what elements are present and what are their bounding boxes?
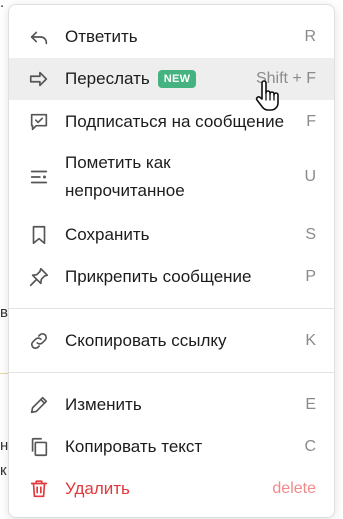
menu-item-save[interactable]: Сохранить S: [9, 215, 334, 255]
menu-item-label-line2: непрочитанное: [65, 181, 185, 200]
menu-item-label: Подписаться на сообщение: [65, 112, 285, 131]
background-text-fragment: в: [0, 304, 8, 321]
message-context-menu: Ответить R Переслать NEW Shift + F Подпис…: [8, 4, 335, 518]
menu-item-forward[interactable]: Переслать NEW Shift + F: [9, 58, 334, 100]
shortcut-hint: U: [304, 168, 316, 185]
pin-icon: [28, 266, 50, 288]
background-text-fragment: .: [0, 0, 5, 11]
menu-item-label: Удалить: [65, 479, 130, 498]
shortcut-hint: K: [305, 332, 316, 349]
bookmark-icon: [28, 224, 50, 246]
menu-item-label: Переслать: [65, 69, 150, 88]
forward-icon: [28, 68, 50, 90]
menu-item-pin[interactable]: Прикрепить сообщение P: [9, 257, 334, 297]
menu-separator: [9, 308, 334, 309]
shortcut-hint: C: [304, 438, 316, 455]
hand-cursor-icon: [255, 80, 279, 111]
shortcut-hint: E: [305, 396, 316, 413]
menu-item-reply[interactable]: Ответить R: [9, 18, 334, 56]
shortcut-hint: F: [306, 113, 316, 130]
menu-item-label: Сохранить: [65, 225, 150, 244]
menu-item-copy-link[interactable]: Скопировать ссылку K: [9, 321, 334, 361]
pencil-icon: [28, 394, 50, 416]
shortcut-hint: P: [305, 268, 316, 285]
menu-item-copy-text[interactable]: Копировать текст C: [9, 427, 334, 467]
link-icon: [28, 330, 50, 352]
shortcut-hint: S: [305, 226, 316, 243]
menu-item-label: Скопировать ссылку: [65, 331, 227, 350]
menu-item-label: Копировать текст: [65, 437, 203, 456]
menu-item-label: Прикрепить сообщение: [65, 267, 252, 286]
copy-icon: [28, 436, 50, 458]
shortcut-hint: delete: [272, 480, 316, 497]
background-text-fragment: к: [0, 462, 7, 479]
menu-item-label-line1: Пометить как: [65, 153, 171, 172]
menu-separator: [9, 372, 334, 373]
trash-icon: [28, 478, 50, 500]
menu-item-label: Изменить: [65, 395, 142, 414]
mark-unread-icon: [28, 166, 50, 188]
menu-item-mark-unread[interactable]: Пометить как непрочитанное U: [9, 146, 334, 208]
menu-item-delete[interactable]: Удалить delete: [9, 469, 334, 509]
reply-icon: [28, 26, 50, 48]
follow-message-icon: [28, 111, 50, 133]
shortcut-hint: R: [304, 28, 316, 45]
menu-item-label: Ответить: [65, 27, 138, 46]
menu-item-follow-message[interactable]: Подписаться на сообщение F: [9, 102, 334, 142]
new-badge: NEW: [157, 70, 197, 88]
menu-item-edit[interactable]: Изменить E: [9, 385, 334, 425]
